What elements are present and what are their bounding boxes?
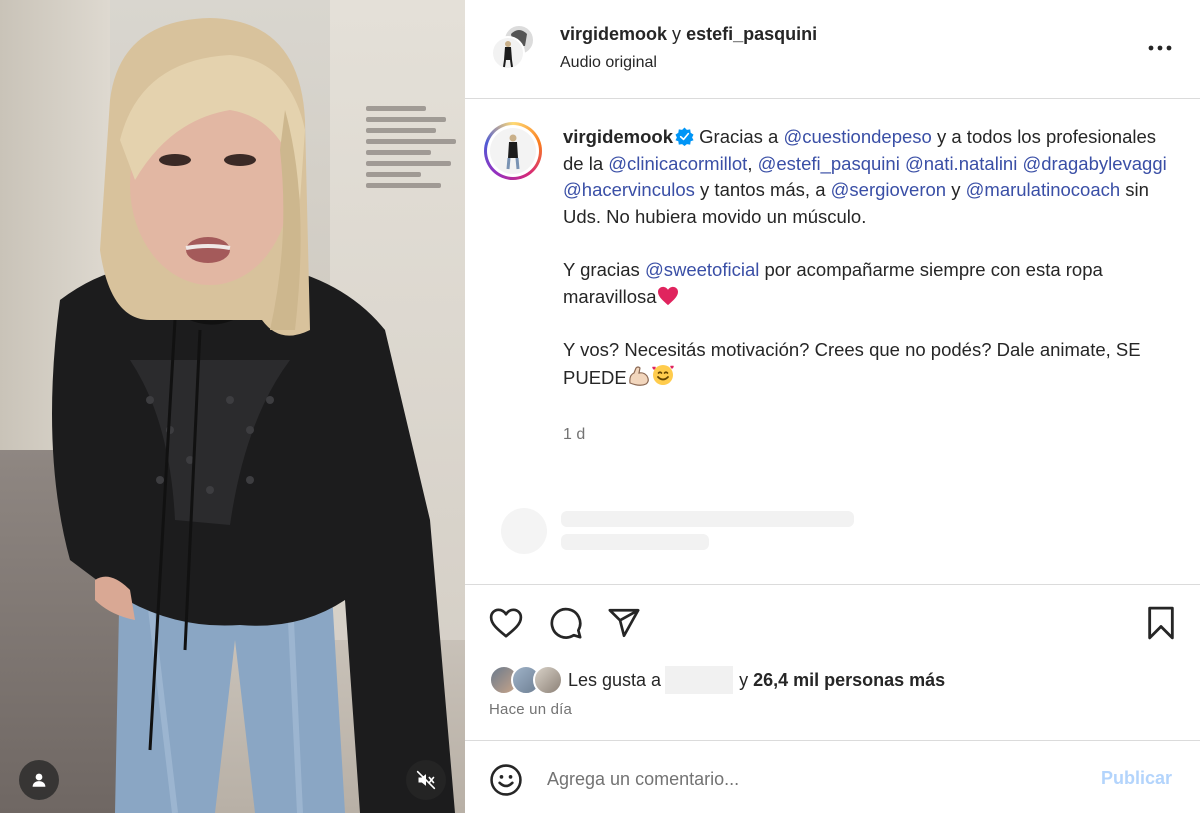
comment-button[interactable] (548, 605, 584, 641)
audio-label[interactable]: Audio original (560, 54, 657, 72)
authors-conjunction: y (672, 24, 682, 44)
liker-avatars (489, 665, 565, 695)
muted-speaker-icon (416, 770, 436, 790)
caption-paragraph-2: Y gracias @sweetoficial por acompañarme … (563, 257, 1178, 310)
verified-badge-icon (675, 127, 694, 146)
author-username-1[interactable]: virgidemook (560, 24, 667, 44)
bookmark-icon (1148, 606, 1174, 640)
avatar (490, 128, 536, 174)
likes-count[interactable]: 26,4 mil personas más (753, 670, 945, 691)
mention-link[interactable]: @estefi_pasquini (758, 153, 900, 174)
mute-toggle-button[interactable] (406, 760, 446, 800)
user-tag-button[interactable] (19, 760, 59, 800)
video-person-figure (52, 18, 455, 813)
caption-username[interactable]: virgidemook (563, 126, 673, 147)
caption-text-2: Y gracias @sweetoficial por acompañarme … (563, 259, 1103, 307)
loading-comment-avatar-placeholder (501, 508, 547, 554)
mention-link[interactable]: @sergioveron (831, 179, 946, 200)
flexed-biceps-emoji (628, 366, 649, 387)
post-actions: Les gusta a y 26,4 mil personas más Hace… (465, 584, 1200, 740)
mention-link[interactable]: @clinicacormillot (608, 153, 747, 174)
comment-composer: Publicar (465, 740, 1200, 813)
caption-text-segment: Y gracias (563, 258, 645, 280)
post-caption: virgidemook Gracias a @cuestiondepeso y … (563, 124, 1178, 392)
loading-comment-line-placeholder (561, 534, 709, 550)
user-tag-icon (32, 773, 46, 787)
caption-text-segment: y (946, 179, 966, 201)
smiling-face-with-hearts-emoji (652, 365, 674, 386)
mention-link[interactable]: @hacervinculos (563, 179, 695, 200)
mention-link[interactable]: @marulatinocoach (966, 179, 1121, 200)
caption-section: virgidemook Gracias a @cuestiondepeso y … (465, 100, 1200, 584)
author-username-2[interactable]: estefi_pasquini (686, 24, 817, 44)
collab-avatar-stack[interactable] (489, 22, 539, 72)
heart-icon (489, 608, 523, 638)
post-date[interactable]: Hace un día (489, 701, 572, 718)
avatar (533, 665, 563, 695)
more-options-icon (1148, 45, 1172, 51)
mention-link[interactable]: @dragabylevaggi (1022, 153, 1166, 174)
caption-avatar-story-ring[interactable] (484, 122, 542, 180)
comment-input[interactable] (547, 764, 1067, 794)
caption-paragraph-3: Y vos? Necesitás motivación? Crees que n… (563, 337, 1178, 392)
caption-paragraph-1: virgidemook Gracias a @cuestiondepeso y … (563, 124, 1178, 230)
likes-conjunction: y (739, 669, 749, 690)
caption-text-segment: , (747, 152, 758, 174)
likes-summary[interactable]: Les gusta a y 26,4 mil personas más (489, 665, 945, 695)
share-icon (608, 608, 640, 638)
red-heart-emoji (657, 286, 678, 305)
loading-comment-line-placeholder (561, 511, 854, 527)
post-authors: virgidemook y estefi_pasquini (560, 24, 817, 45)
mention-link[interactable]: @nati.natalini (905, 153, 1017, 174)
post-header: virgidemook y estefi_pasquini Audio orig… (465, 0, 1200, 99)
like-button[interactable] (488, 605, 524, 641)
reel-video[interactable] (0, 0, 465, 813)
caption-text-segment: y tantos más, a (694, 179, 831, 201)
mention-link[interactable]: @cuestiondepeso (783, 126, 931, 147)
redacted-liker-name (665, 666, 734, 694)
more-options-button[interactable] (1145, 36, 1175, 60)
emoji-icon[interactable] (489, 763, 523, 797)
save-button[interactable] (1143, 605, 1179, 641)
publish-button[interactable]: Publicar (1101, 768, 1172, 789)
comment-icon (550, 607, 582, 639)
likes-prefix: Les gusta a (568, 669, 662, 690)
post-details-panel: virgidemook y estefi_pasquini Audio orig… (465, 0, 1200, 813)
caption-timestamp[interactable]: 1 d (563, 426, 585, 444)
caption-text-segment: Gracias a (699, 126, 784, 147)
mention-link[interactable]: @sweetoficial (645, 259, 759, 280)
share-button[interactable] (606, 605, 642, 641)
